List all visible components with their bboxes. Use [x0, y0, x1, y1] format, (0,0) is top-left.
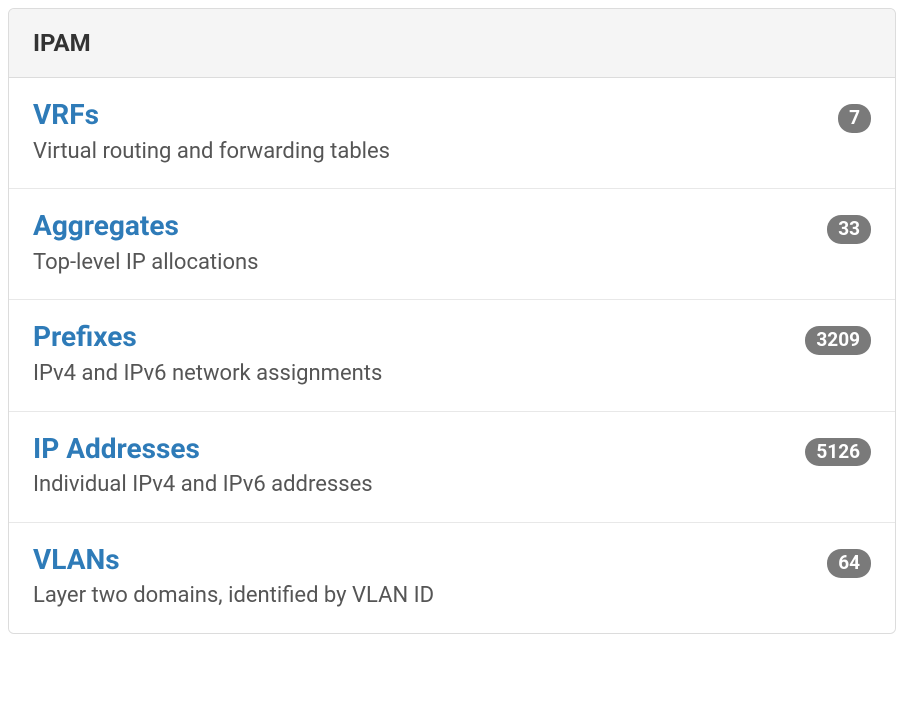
ipam-panel: IPAM VRFs Virtual routing and forwarding…	[8, 8, 896, 634]
vrfs-link[interactable]: VRFs	[33, 98, 99, 132]
list-item-vlans: VLANs Layer two domains, identified by V…	[9, 523, 895, 633]
count-badge: 5126	[805, 438, 871, 467]
list-item-vrfs: VRFs Virtual routing and forwarding tabl…	[9, 78, 895, 189]
item-content: Aggregates Top-level IP allocations	[33, 209, 827, 277]
count-badge: 33	[827, 215, 871, 244]
count-badge: 3209	[805, 326, 871, 355]
item-content: Prefixes IPv4 and IPv6 network assignmen…	[33, 320, 805, 388]
prefixes-link[interactable]: Prefixes	[33, 320, 137, 354]
item-content: IP Addresses Individual IPv4 and IPv6 ad…	[33, 432, 805, 500]
item-description: IPv4 and IPv6 network assignments	[33, 360, 805, 389]
item-content: VLANs Layer two domains, identified by V…	[33, 543, 827, 611]
item-description: Top-level IP allocations	[33, 249, 827, 278]
count-badge: 7	[838, 104, 871, 133]
item-content: VRFs Virtual routing and forwarding tabl…	[33, 98, 838, 166]
item-description: Layer two domains, identified by VLAN ID	[33, 582, 827, 611]
vlans-link[interactable]: VLANs	[33, 543, 120, 577]
item-description: Virtual routing and forwarding tables	[33, 138, 838, 167]
list-item-aggregates: Aggregates Top-level IP allocations 33	[9, 189, 895, 300]
count-badge: 64	[827, 549, 871, 578]
panel-header: IPAM	[9, 9, 895, 78]
panel-title: IPAM	[33, 29, 871, 57]
list-item-prefixes: Prefixes IPv4 and IPv6 network assignmen…	[9, 300, 895, 411]
ip-addresses-link[interactable]: IP Addresses	[33, 432, 200, 466]
list-item-ip-addresses: IP Addresses Individual IPv4 and IPv6 ad…	[9, 412, 895, 523]
item-description: Individual IPv4 and IPv6 addresses	[33, 471, 805, 500]
aggregates-link[interactable]: Aggregates	[33, 209, 179, 243]
